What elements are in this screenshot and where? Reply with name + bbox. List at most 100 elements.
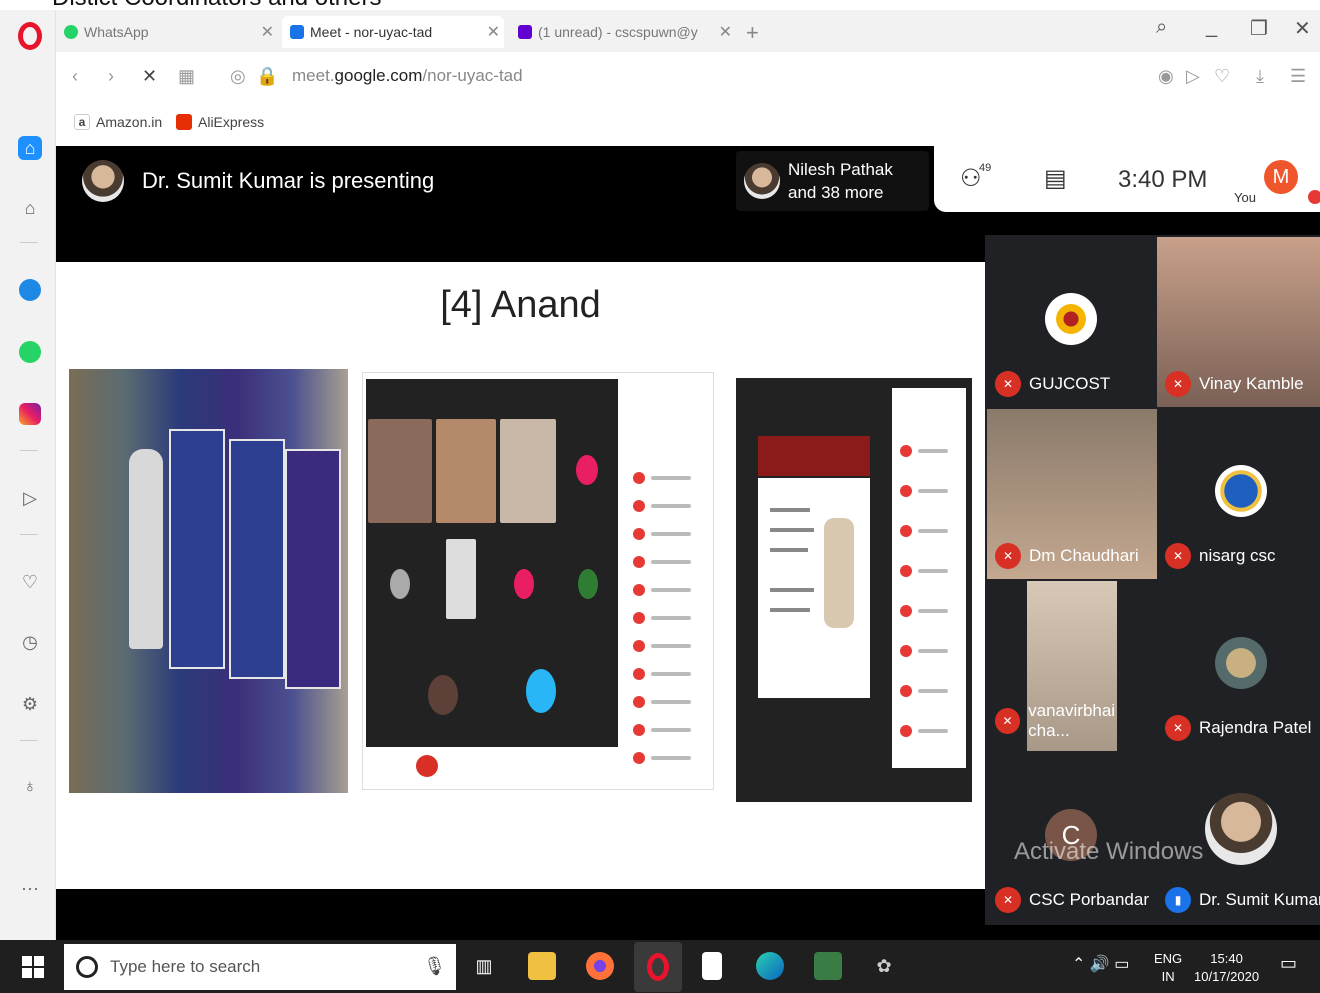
screenshot-person-row bbox=[633, 555, 703, 569]
meeting-clock: 3:40 PM bbox=[1118, 166, 1208, 193]
presenting-text: Dr. Sumit Kumar is presenting bbox=[142, 168, 435, 193]
participant-avatar bbox=[1215, 637, 1267, 689]
search-placeholder: Type here to search bbox=[110, 957, 261, 976]
participant-name: Dr. Sumit Kumar bbox=[1199, 890, 1320, 909]
download-icon[interactable]: ⤓ bbox=[1256, 66, 1264, 87]
file-explorer-icon[interactable] bbox=[528, 952, 556, 980]
back-icon[interactable]: ‹ bbox=[72, 66, 78, 87]
document-icon[interactable] bbox=[702, 952, 722, 980]
lock-icon[interactable]: 🔒 bbox=[256, 66, 278, 87]
screenshot-person-row bbox=[900, 444, 970, 458]
you-avatar[interactable]: M bbox=[1264, 160, 1298, 194]
participant-label: ✕ Vinay Kamble bbox=[1165, 371, 1304, 397]
speed-dial-icon[interactable]: ⌂ bbox=[18, 136, 42, 160]
tab-label: WhatsApp bbox=[84, 24, 149, 40]
stop-icon[interactable]: ✕ bbox=[142, 66, 157, 87]
notification-icon[interactable]: ▭ bbox=[1280, 954, 1297, 972]
screenshot-avatar bbox=[578, 569, 598, 599]
participant-label: ✕ GUJCOST bbox=[995, 371, 1110, 397]
participant-name: Vinay Kamble bbox=[1199, 374, 1304, 393]
close-window-button[interactable]: ✕ bbox=[1294, 16, 1311, 41]
app-icon[interactable]: ✿ bbox=[870, 952, 898, 980]
screenshot-person-row bbox=[900, 724, 970, 738]
gujcost-logo-icon bbox=[1045, 293, 1097, 345]
opera-logo-icon[interactable] bbox=[18, 22, 42, 50]
participant-tile[interactable]: ✕ Dm Chaudhari bbox=[987, 409, 1157, 579]
screenshot-person-row bbox=[633, 527, 703, 541]
active-speaker-box[interactable]: Nilesh Pathak and 38 more bbox=[736, 151, 929, 211]
clock-time: 15:40 bbox=[1210, 951, 1243, 966]
history-icon[interactable]: ◷ bbox=[18, 630, 42, 654]
opera-sidebar: ⌂ ⌂ ▷ ♡ ◷ ⚙ ♁ ··· bbox=[0, 10, 56, 940]
tab-whatsapp[interactable]: WhatsApp ✕ bbox=[64, 16, 278, 48]
speaking-icon: ▮ bbox=[1165, 887, 1191, 913]
whatsapp-icon[interactable] bbox=[18, 340, 42, 364]
tray-arrows[interactable]: ⌃ 🔊 ▭ bbox=[1072, 956, 1129, 974]
participant-tile[interactable]: ✕ nisarg csc bbox=[1157, 409, 1320, 579]
caption-text: Distict Coordinators and others bbox=[52, 0, 381, 10]
screenshot-person-row bbox=[633, 723, 703, 737]
bookmark-amazon[interactable]: a Amazon.in bbox=[74, 114, 162, 130]
instagram-icon[interactable] bbox=[18, 402, 42, 426]
taskbar-search-box[interactable]: Type here to search 🎙 bbox=[64, 944, 456, 990]
forward-icon[interactable]: › bbox=[108, 66, 114, 87]
microphone-icon[interactable]: 🎙 bbox=[423, 956, 446, 977]
tabs-grid-icon[interactable]: ▦ bbox=[178, 66, 195, 87]
bookmark-label: AliExpress bbox=[198, 114, 265, 130]
screenshot-avatar bbox=[428, 675, 458, 715]
player-icon[interactable]: ▷ bbox=[18, 486, 42, 510]
screenshot-side-panel bbox=[892, 388, 966, 768]
task-view-icon[interactable]: ▥ bbox=[470, 952, 498, 980]
windows-start-icon[interactable] bbox=[22, 956, 44, 978]
security-badge-icon[interactable]: ◎ bbox=[230, 66, 246, 87]
more-icon[interactable]: ··· bbox=[18, 876, 42, 900]
heart-icon[interactable]: ♡ bbox=[18, 570, 42, 594]
new-tab-button[interactable]: + bbox=[746, 20, 759, 46]
easy-setup-icon[interactable]: ☰ bbox=[1290, 66, 1306, 87]
send-icon[interactable]: ▷ bbox=[1186, 66, 1200, 87]
search-tabs-icon[interactable]: ⌕ bbox=[1156, 16, 1167, 39]
shield-icon[interactable]: ♡ bbox=[1214, 66, 1230, 87]
tab-mail[interactable]: (1 unread) - cscspuwn@y ✕ bbox=[514, 16, 736, 48]
mic-off-icon: ✕ bbox=[1165, 715, 1191, 741]
top-caption: Distict Coordinators and others bbox=[0, 0, 1320, 10]
participant-label: ▮ Dr. Sumit Kumar bbox=[1165, 887, 1320, 913]
settings-icon[interactable]: ⚙ bbox=[18, 692, 42, 716]
participant-tile[interactable]: ✕ Rajendra Patel bbox=[1157, 581, 1320, 751]
close-tab-icon[interactable]: ✕ bbox=[261, 22, 274, 42]
spreadsheet-icon[interactable] bbox=[814, 952, 842, 980]
sidebar-divider bbox=[20, 534, 38, 535]
participant-tile[interactable]: ✕ Vinay Kamble bbox=[1157, 237, 1320, 407]
home-icon[interactable]: ⌂ bbox=[18, 196, 42, 220]
screenshot-tile bbox=[368, 419, 432, 523]
minimize-button[interactable]: _ bbox=[1206, 16, 1217, 39]
bookmark-aliexpress[interactable]: AliExpress bbox=[176, 114, 264, 130]
firefox-icon[interactable] bbox=[586, 952, 614, 980]
tab-meet[interactable]: Meet - nor-uyac-tad ✕ bbox=[282, 16, 504, 48]
screenshot-person-row bbox=[900, 524, 970, 538]
restore-button[interactable]: ❐ bbox=[1250, 16, 1268, 41]
bookmark-label: Amazon.in bbox=[96, 114, 163, 130]
participant-tile[interactable]: ✕ vanavirbhai cha... bbox=[987, 581, 1157, 751]
aliexpress-icon bbox=[176, 114, 192, 130]
screenshot-person-row bbox=[900, 604, 970, 618]
poster-board bbox=[169, 429, 225, 669]
messenger-icon[interactable] bbox=[18, 278, 42, 302]
language-indicator[interactable]: ENG IN bbox=[1154, 950, 1182, 986]
close-tab-icon[interactable]: ✕ bbox=[719, 22, 732, 42]
poster-board bbox=[285, 449, 341, 689]
participant-tile[interactable]: ✕ GUJCOST bbox=[987, 237, 1157, 407]
meet-top-right-panel: ⚇ 49 ▤ 3:40 PM You M bbox=[934, 146, 1320, 212]
participant-name: vanavirbhai cha... bbox=[1028, 701, 1116, 740]
screenshot-person-row bbox=[633, 499, 703, 513]
opera-taskbar-icon[interactable] bbox=[634, 942, 682, 992]
sidebar-divider bbox=[20, 242, 38, 243]
feature-hint-icon[interactable]: ♁ bbox=[18, 774, 42, 798]
close-tab-icon[interactable]: ✕ bbox=[487, 22, 500, 42]
screenshot-avatar bbox=[514, 569, 534, 599]
url-field[interactable]: meet.google.com/nor-uyac-tad bbox=[292, 66, 523, 86]
chat-icon[interactable]: ▤ bbox=[1044, 164, 1067, 193]
camera-icon[interactable]: ◉ bbox=[1158, 66, 1174, 87]
edge-icon[interactable] bbox=[756, 952, 784, 980]
system-clock[interactable]: 15:40 10/17/2020 bbox=[1194, 950, 1259, 986]
